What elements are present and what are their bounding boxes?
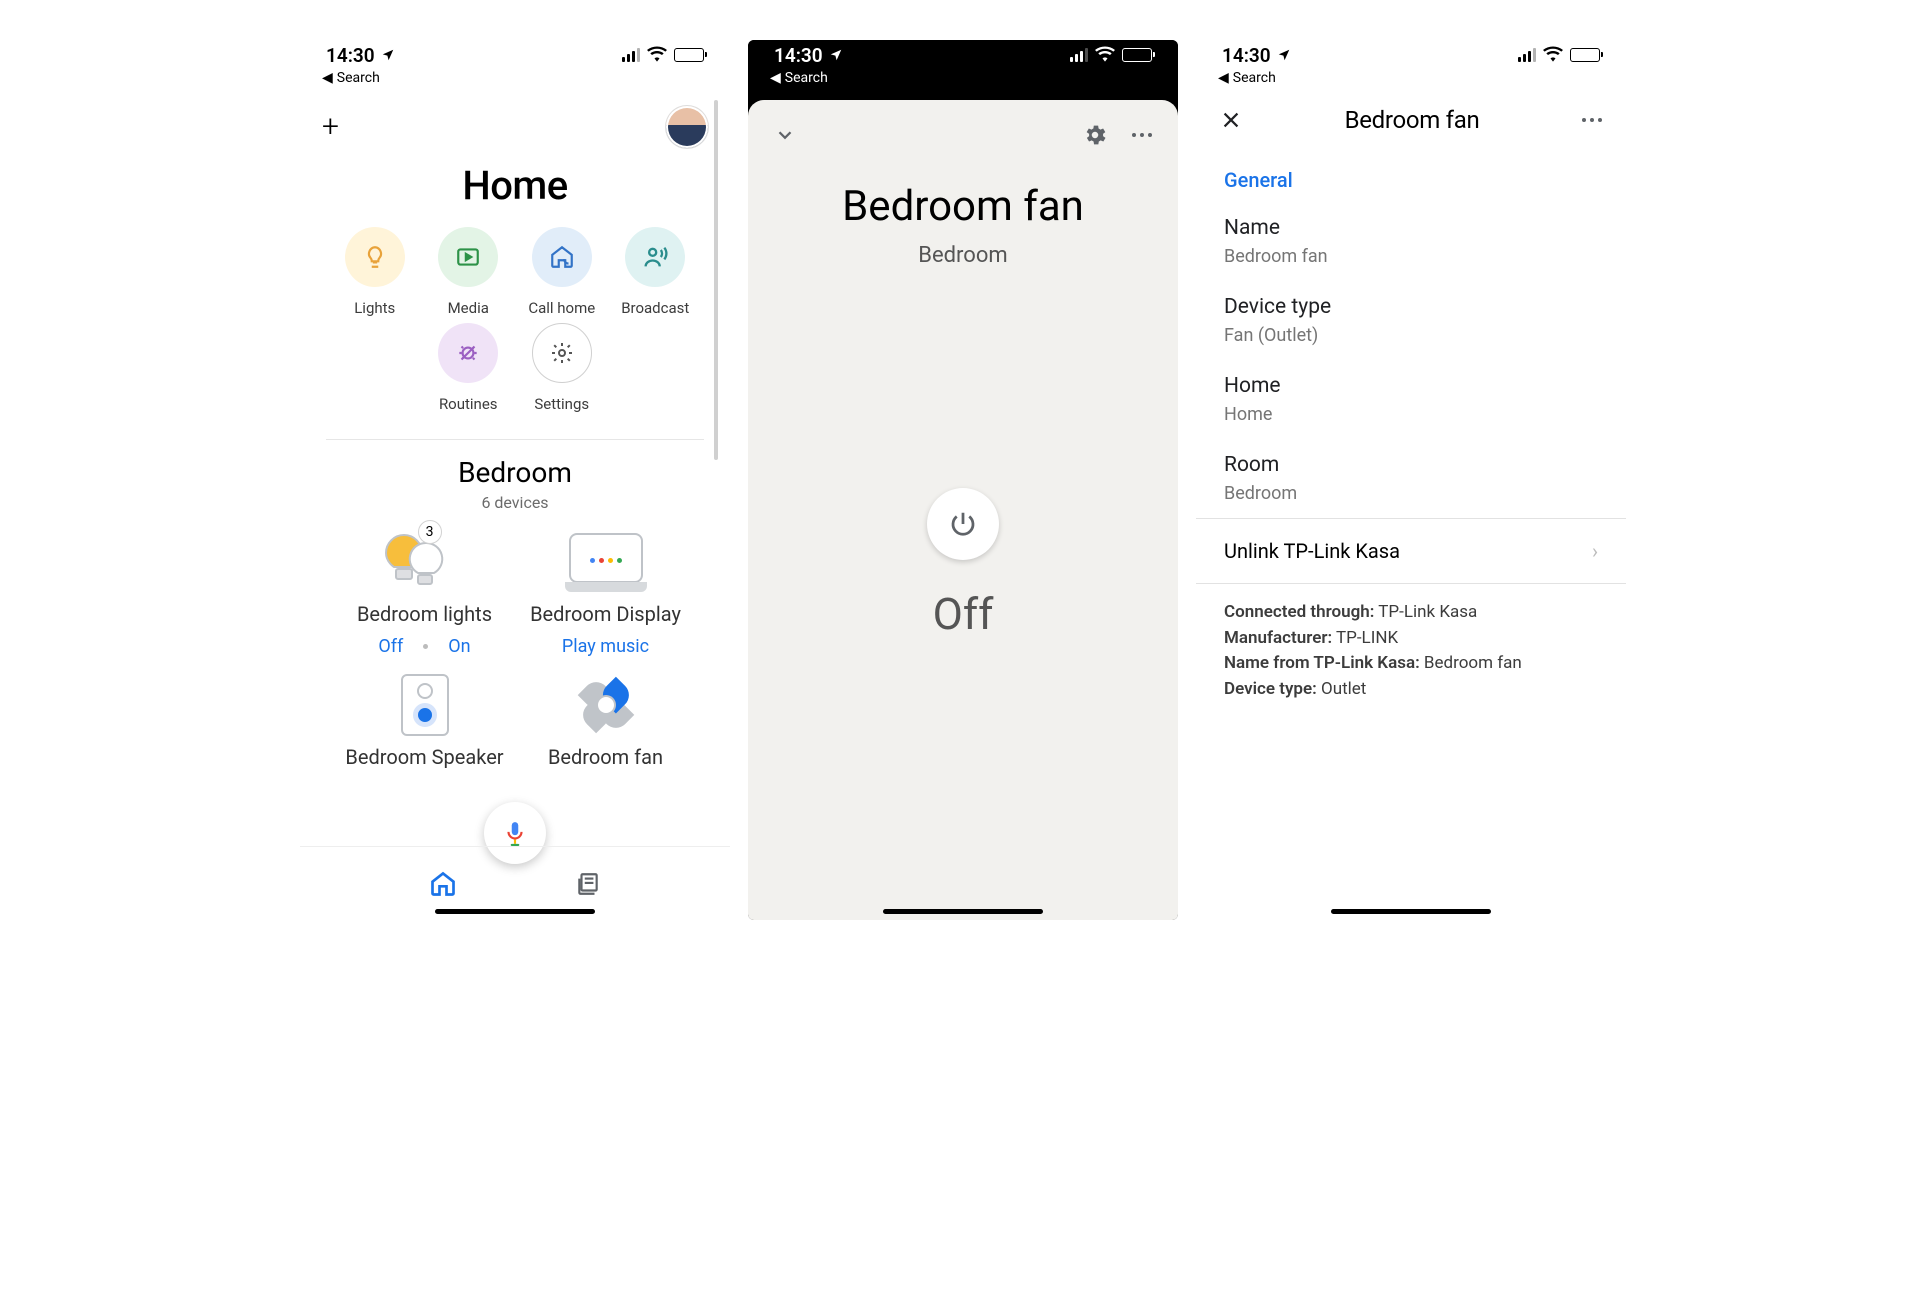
chevron-down-icon[interactable] xyxy=(774,124,796,146)
action-routines[interactable]: Routines xyxy=(424,323,514,413)
lights-off-button[interactable]: Off xyxy=(378,636,403,657)
home-indicator[interactable] xyxy=(883,909,1043,914)
item-device-type[interactable]: Device type Fan (Outlet) xyxy=(1196,281,1626,360)
wifi-icon xyxy=(1095,45,1115,65)
quick-actions: Lights Media Call home Broadcast Routine… xyxy=(300,219,730,433)
more-icon[interactable] xyxy=(1132,133,1152,137)
item-room[interactable]: Room Bedroom xyxy=(1196,439,1626,518)
device-bedroom-speaker[interactable]: Bedroom Speaker xyxy=(334,669,515,769)
battery-icon xyxy=(1122,48,1152,62)
mic-icon xyxy=(502,820,528,846)
action-media[interactable]: Media xyxy=(424,227,514,317)
scrollbar[interactable] xyxy=(714,100,718,460)
lights-count-badge: 3 xyxy=(418,520,442,544)
power-button[interactable] xyxy=(927,488,999,560)
device-bedroom-fan[interactable]: Bedroom fan xyxy=(515,669,696,769)
media-icon xyxy=(455,244,481,270)
display-icon xyxy=(569,533,643,583)
broadcast-icon xyxy=(641,243,669,271)
gear-icon xyxy=(550,341,574,365)
page-title: Home xyxy=(300,162,730,209)
nav-home-icon[interactable] xyxy=(429,870,457,898)
screen-device-settings: 14:30 ◀ Search Bedroom fan General Name … xyxy=(1196,40,1626,920)
lights-on-button[interactable]: On xyxy=(448,636,470,657)
add-button[interactable]: + xyxy=(322,112,339,142)
location-icon xyxy=(381,44,395,67)
wifi-icon xyxy=(647,45,667,65)
room-device-count: 6 devices xyxy=(300,493,730,512)
section-general: General xyxy=(1196,148,1626,202)
action-broadcast[interactable]: Broadcast xyxy=(611,227,701,317)
power-icon xyxy=(948,509,978,539)
screen-device: 14:30 ◀ Search Bedroom fan Bedroom Off xyxy=(748,40,1178,920)
back-to-search[interactable]: ◀ Search xyxy=(1196,70,1626,92)
device-title: Bedroom fan xyxy=(748,182,1178,231)
status-bar: 14:30 xyxy=(748,40,1178,70)
chevron-right-icon: › xyxy=(1592,539,1598,563)
battery-icon xyxy=(1570,48,1600,62)
routines-icon xyxy=(455,340,481,366)
settings-title: Bedroom fan xyxy=(1345,106,1480,134)
device-metadata: Connected through: TP-Link Kasa Manufact… xyxy=(1196,584,1626,718)
gear-icon[interactable] xyxy=(1082,122,1108,148)
back-to-search[interactable]: ◀ Search xyxy=(748,70,1178,96)
home-indicator[interactable] xyxy=(435,909,595,914)
speaker-icon xyxy=(401,674,449,736)
fan-icon xyxy=(576,675,636,735)
call-home-icon xyxy=(549,244,575,270)
item-unlink[interactable]: Unlink TP-Link Kasa › xyxy=(1196,519,1626,583)
status-bar: 14:30 xyxy=(300,40,730,70)
item-home[interactable]: Home Home xyxy=(1196,360,1626,439)
device-state: Off xyxy=(933,588,994,640)
battery-icon xyxy=(674,48,704,62)
cellular-icon xyxy=(622,48,640,62)
more-icon[interactable] xyxy=(1582,118,1602,122)
home-indicator[interactable] xyxy=(1331,909,1491,914)
dot-separator xyxy=(423,644,428,649)
avatar[interactable] xyxy=(666,106,708,148)
location-icon xyxy=(1277,44,1291,67)
action-settings[interactable]: Settings xyxy=(517,323,607,413)
screen-home: 14:30 ◀ Search + Home Lights Media Call … xyxy=(300,40,730,920)
close-icon[interactable] xyxy=(1220,109,1242,131)
statusbar-time: 14:30 xyxy=(326,44,375,67)
statusbar-time: 14:30 xyxy=(774,44,823,67)
item-name[interactable]: Name Bedroom fan xyxy=(1196,202,1626,281)
statusbar-time: 14:30 xyxy=(1222,44,1271,67)
status-bar: 14:30 xyxy=(1196,40,1626,70)
device-bedroom-lights[interactable]: 3 Bedroom lights Off On xyxy=(334,526,515,657)
back-to-search[interactable]: ◀ Search xyxy=(300,70,730,92)
play-music-button[interactable]: Play music xyxy=(562,636,649,657)
device-bedroom-display[interactable]: Bedroom Display Play music xyxy=(515,526,696,657)
divider xyxy=(326,439,704,440)
cellular-icon xyxy=(1070,48,1088,62)
room-name: Bedroom xyxy=(300,456,730,489)
nav-feed-icon[interactable] xyxy=(575,871,601,897)
location-icon xyxy=(829,44,843,67)
cellular-icon xyxy=(1518,48,1536,62)
action-lights[interactable]: Lights xyxy=(330,227,420,317)
wifi-icon xyxy=(1543,45,1563,65)
device-room: Bedroom xyxy=(748,243,1178,268)
action-call-home[interactable]: Call home xyxy=(517,227,607,317)
lightbulb-icon xyxy=(362,244,388,270)
